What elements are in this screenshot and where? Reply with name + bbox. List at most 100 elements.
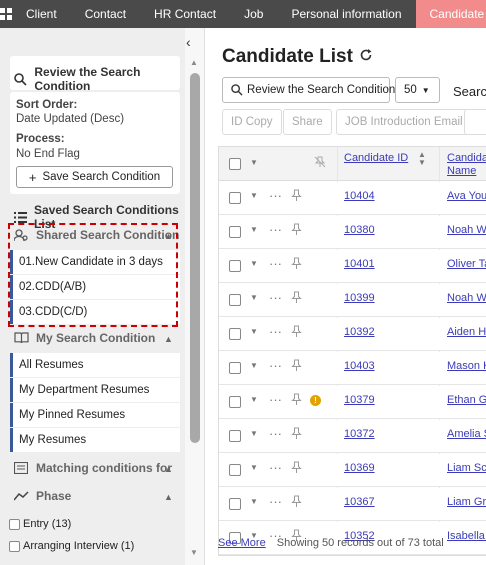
review-search-condition-button[interactable]: Review the Search Condition bbox=[222, 77, 395, 103]
row-checkbox[interactable] bbox=[229, 260, 241, 272]
table-row[interactable]: ▼ ··· 10367 Liam Green bbox=[219, 488, 486, 521]
column-candidate-name[interactable]: Candidate Name bbox=[447, 152, 486, 178]
pin-icon[interactable] bbox=[291, 223, 302, 239]
row-checkbox[interactable] bbox=[229, 498, 241, 510]
scroll-down-icon[interactable]: ▼ bbox=[190, 548, 198, 557]
chevron-up-icon[interactable]: ▲ bbox=[164, 334, 173, 344]
more-options-icon[interactable]: ··· bbox=[269, 392, 282, 407]
candidate-id-link[interactable]: 10399 bbox=[344, 292, 375, 304]
chevron-down-icon[interactable]: ▼ bbox=[250, 497, 258, 506]
candidate-id-link[interactable]: 10403 bbox=[344, 360, 375, 372]
phase-arranging-option[interactable]: Arranging Interview (1) bbox=[9, 540, 134, 552]
table-row[interactable]: ▼ ··· 10372 Amelia Scott bbox=[219, 420, 486, 453]
share-button[interactable]: Share bbox=[283, 109, 332, 135]
row-checkbox[interactable] bbox=[229, 226, 241, 238]
candidate-name-link[interactable]: Amelia Scott bbox=[447, 428, 486, 440]
candidate-id-link[interactable]: 10404 bbox=[344, 190, 375, 202]
candidate-id-link[interactable]: 10369 bbox=[344, 462, 375, 474]
chevron-down-icon[interactable]: ▼ bbox=[250, 293, 258, 302]
candidate-name-link[interactable]: Liam Scott bbox=[447, 462, 486, 474]
candidate-id-link[interactable]: 10392 bbox=[344, 326, 375, 338]
pin-icon[interactable] bbox=[291, 189, 302, 205]
job-introduction-email-button[interactable]: JOB Introduction Email bbox=[336, 109, 472, 135]
caret-down-icon[interactable]: ▼ bbox=[250, 158, 258, 167]
more-options-icon[interactable]: ··· bbox=[269, 188, 282, 203]
scrollbar-thumb[interactable] bbox=[190, 73, 200, 443]
collapse-sidebar-icon[interactable]: ‹ bbox=[186, 34, 191, 50]
row-checkbox[interactable] bbox=[229, 294, 241, 306]
matching-conditions-header[interactable]: Matching conditions for bbox=[12, 461, 172, 475]
more-options-icon[interactable]: ··· bbox=[269, 290, 282, 305]
row-checkbox[interactable] bbox=[229, 192, 241, 204]
more-options-icon[interactable]: ··· bbox=[269, 324, 282, 339]
table-row[interactable]: ▼ ··· 10369 Liam Scott bbox=[219, 454, 486, 487]
save-search-condition-button[interactable]: + Save Search Condition bbox=[16, 166, 173, 188]
table-row[interactable]: ▼ ··· 10380 Noah White bbox=[219, 216, 486, 249]
sidebar-scrollbar[interactable]: ▲ ▼ bbox=[185, 28, 205, 565]
my-condition-item[interactable]: All Resumes bbox=[10, 353, 180, 377]
table-row[interactable]: ▼ ··· 10404 Ava Young bbox=[219, 182, 486, 215]
checkbox[interactable] bbox=[9, 540, 20, 552]
pin-icon[interactable] bbox=[291, 325, 302, 341]
tab-hr-contact[interactable]: HR Contact bbox=[140, 0, 230, 28]
pin-icon[interactable] bbox=[291, 495, 302, 511]
my-condition-header[interactable]: My Search Condition bbox=[12, 331, 155, 345]
pin-icon[interactable] bbox=[291, 359, 302, 375]
table-row[interactable]: ▼ ···! 10379 Ethan Green bbox=[219, 386, 486, 419]
candidate-name-link[interactable]: Liam Green bbox=[447, 496, 486, 508]
review-condition-row[interactable]: Review the Search Condition bbox=[12, 65, 185, 93]
pin-icon[interactable] bbox=[291, 461, 302, 477]
my-condition-item[interactable]: My Pinned Resumes bbox=[10, 403, 180, 427]
row-checkbox[interactable] bbox=[229, 328, 241, 340]
table-row[interactable]: ▼ ··· 10399 Noah Wilkins bbox=[219, 284, 486, 317]
select-all-checkbox[interactable] bbox=[229, 158, 241, 170]
more-options-icon[interactable]: ··· bbox=[269, 222, 282, 237]
chevron-up-icon[interactable]: ▲ bbox=[164, 464, 173, 474]
row-checkbox[interactable] bbox=[229, 430, 241, 442]
apps-grid-icon[interactable] bbox=[0, 0, 12, 28]
row-checkbox[interactable] bbox=[229, 396, 241, 408]
chevron-down-icon[interactable]: ▼ bbox=[250, 429, 258, 438]
checkbox[interactable] bbox=[9, 518, 20, 530]
candidate-name-link[interactable]: Isabella Moore bbox=[447, 530, 486, 542]
row-checkbox[interactable] bbox=[229, 362, 241, 374]
pin-icon[interactable] bbox=[291, 257, 302, 273]
phase-header[interactable]: Phase bbox=[12, 489, 71, 503]
candidate-name-link[interactable]: Oliver Taylor bbox=[447, 258, 486, 270]
tab-client[interactable]: Client bbox=[12, 0, 71, 28]
candidate-id-link[interactable]: 10367 bbox=[344, 496, 375, 508]
unpin-icon[interactable] bbox=[314, 156, 326, 171]
tab-personal-information[interactable]: Personal information bbox=[277, 0, 415, 28]
pin-icon[interactable] bbox=[291, 393, 302, 409]
tab-contact[interactable]: Contact bbox=[71, 0, 140, 28]
more-options-icon[interactable]: ··· bbox=[269, 358, 282, 373]
sort-icon[interactable]: ▲ ▼ bbox=[418, 151, 426, 167]
see-more-link[interactable]: See More bbox=[218, 537, 266, 549]
tab-job[interactable]: Job bbox=[230, 0, 277, 28]
chevron-down-icon[interactable]: ▼ bbox=[250, 259, 258, 268]
candidate-id-link[interactable]: 10401 bbox=[344, 258, 375, 270]
chevron-down-icon[interactable]: ▼ bbox=[250, 327, 258, 336]
chevron-down-icon[interactable]: ▼ bbox=[250, 361, 258, 370]
chevron-down-icon[interactable]: ▼ bbox=[250, 463, 258, 472]
more-options-icon[interactable]: ··· bbox=[269, 256, 282, 271]
candidate-name-link[interactable]: Noah White bbox=[447, 224, 486, 236]
scroll-up-icon[interactable]: ▲ bbox=[190, 58, 198, 67]
phase-entry-option[interactable]: Entry (13) bbox=[9, 518, 71, 530]
tab-candidate[interactable]: Candidate bbox=[415, 0, 486, 28]
search-label[interactable]: Search bbox=[453, 84, 486, 99]
more-options-icon[interactable]: ··· bbox=[269, 460, 282, 475]
table-row[interactable]: ▼ ··· 10403 Mason King bbox=[219, 352, 486, 385]
candidate-id-link[interactable]: 10372 bbox=[344, 428, 375, 440]
chevron-down-icon[interactable]: ▼ bbox=[250, 225, 258, 234]
candidate-name-link[interactable]: Mason King bbox=[447, 360, 486, 372]
more-action-button[interactable] bbox=[464, 109, 486, 135]
chevron-up-icon[interactable]: ▲ bbox=[164, 492, 173, 502]
column-candidate-id[interactable]: Candidate ID bbox=[344, 152, 408, 164]
candidate-name-link[interactable]: Aiden Hayes bbox=[447, 326, 486, 338]
chevron-down-icon[interactable]: ▼ bbox=[250, 191, 258, 200]
candidate-name-link[interactable]: Noah Wilkins bbox=[447, 292, 486, 304]
candidate-name-link[interactable]: Ava Young bbox=[447, 190, 486, 202]
more-options-icon[interactable]: ··· bbox=[269, 494, 282, 509]
refresh-icon[interactable] bbox=[359, 46, 373, 68]
